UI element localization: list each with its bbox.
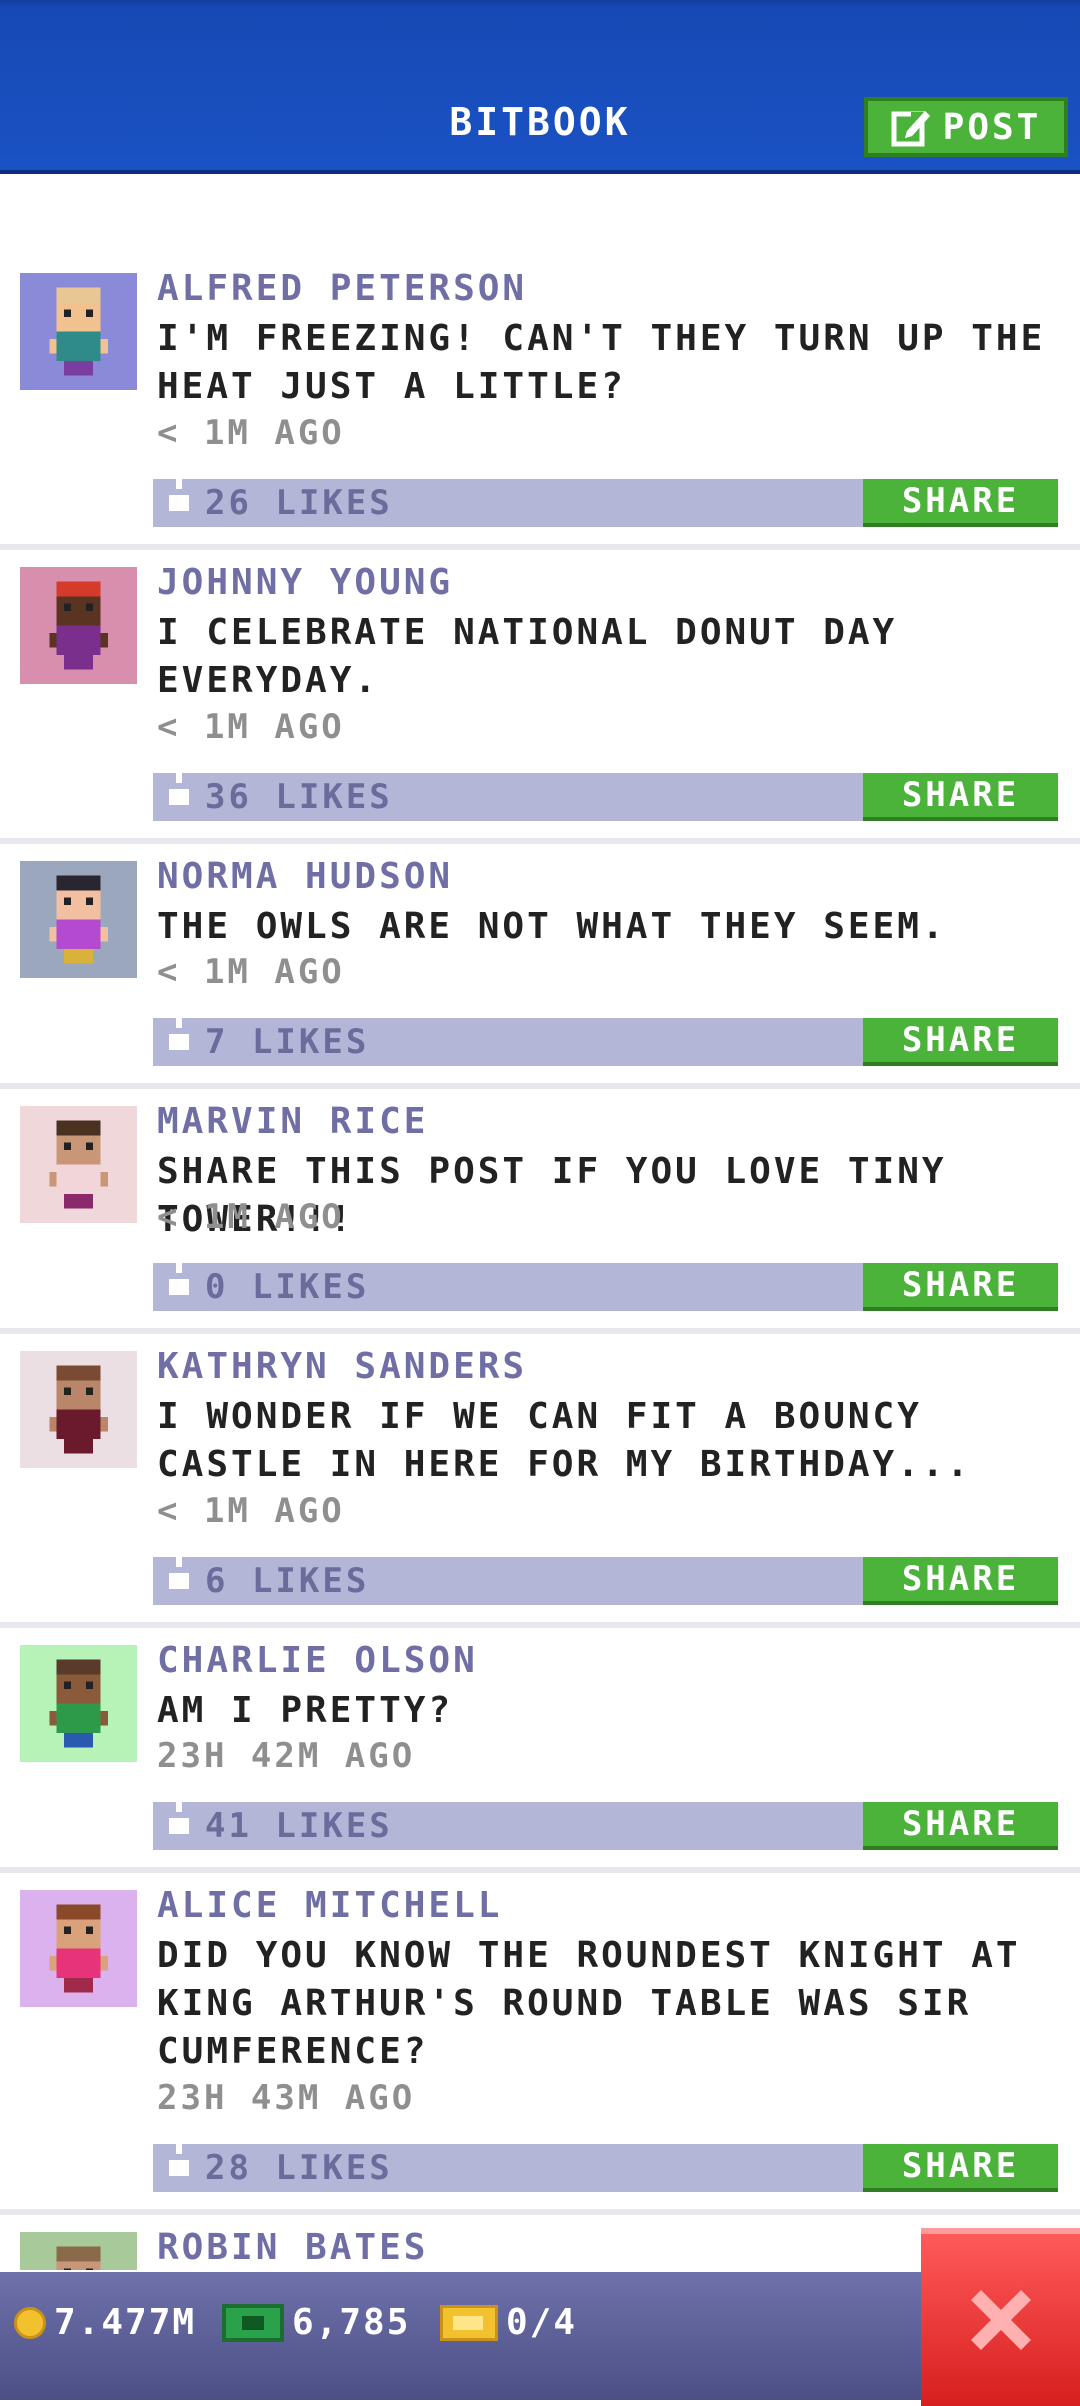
bux-value: 6,785 <box>292 2302 411 2343</box>
post-time: 23H 43M AGO <box>157 2078 416 2118</box>
likes-bar: 6 LIKES SHARE <box>153 1545 1058 1605</box>
close-button[interactable] <box>921 2228 1080 2406</box>
feed-post: KATHRYN SANDERS I WONDER IF WE CAN FIT A… <box>0 1334 1080 1628</box>
avatar <box>20 1890 137 2007</box>
ticket-icon <box>440 2304 498 2341</box>
likes-count: 41 LIKES <box>205 1806 393 1846</box>
coins-value: 7.477M <box>54 2302 197 2343</box>
share-button[interactable]: SHARE <box>863 1018 1058 1066</box>
post-time: < 1M AGO <box>157 707 345 747</box>
like-icon <box>169 1545 189 1589</box>
post-author[interactable]: NORMA HUDSON <box>157 856 453 897</box>
feed[interactable]: ALFRED PETERSON I'M FREEZING! CAN'T THEY… <box>0 170 1080 2270</box>
like-icon <box>169 1006 189 1050</box>
avatar <box>20 1106 137 1223</box>
edit-icon <box>891 111 930 147</box>
likes-bar: 0 LIKES SHARE <box>153 1251 1058 1311</box>
post-button-label: POST <box>942 106 1042 148</box>
avatar <box>20 2232 137 2270</box>
likes-bar: 36 LIKES SHARE <box>153 761 1058 821</box>
likes-count: 36 LIKES <box>205 777 393 817</box>
feed-post: JOHNNY YOUNG I CELEBRATE NATIONAL DONUT … <box>0 550 1080 844</box>
likes-bar: 41 LIKES SHARE <box>153 1790 1058 1850</box>
tickets-stat: 0/4 <box>440 2302 577 2343</box>
likes-count: 7 LIKES <box>205 1022 370 1062</box>
avatar <box>20 567 137 684</box>
share-button[interactable]: SHARE <box>863 1263 1058 1311</box>
post-author[interactable]: CHARLIE OLSON <box>157 1640 478 1681</box>
share-button[interactable]: SHARE <box>863 479 1058 527</box>
post-time: < 1M AGO <box>157 952 345 992</box>
app-header: BITBOOK POST <box>0 0 1080 174</box>
post-author[interactable]: JOHNNY YOUNG <box>157 562 453 603</box>
likes-bar: 28 LIKES SHARE <box>153 2132 1058 2192</box>
post-text: I CELEBRATE NATIONAL DONUT DAY EVERYDAY. <box>157 612 898 701</box>
post-text: AM I PRETTY? <box>157 1690 454 1731</box>
likes-count: 0 LIKES <box>205 1267 370 1307</box>
feed-post: CHARLIE OLSON AM I PRETTY? 23H 42M AGO 4… <box>0 1628 1080 1873</box>
post-time: < 1M AGO <box>157 1491 345 1531</box>
like-icon <box>169 1790 189 1834</box>
post-time: 23H 42M AGO <box>157 1736 416 1776</box>
avatar <box>20 1351 137 1468</box>
feed-post: ROBIN BATES <box>0 2215 1080 2270</box>
share-button[interactable]: SHARE <box>863 773 1058 821</box>
tickets-value: 0/4 <box>506 2302 578 2343</box>
like-icon <box>169 2132 189 2176</box>
post-author[interactable]: ALFRED PETERSON <box>157 268 527 309</box>
post-author[interactable]: KATHRYN SANDERS <box>157 1346 527 1387</box>
bux-stat: 6,785 <box>222 2302 410 2343</box>
post-author[interactable]: MARVIN RICE <box>157 1101 428 1142</box>
post-time: < 1M AGO <box>157 413 345 453</box>
share-button[interactable]: SHARE <box>863 1802 1058 1850</box>
coin-icon <box>14 2306 46 2339</box>
post-button[interactable]: POST <box>864 97 1068 157</box>
feed-post: MARVIN RICE SHARE THIS POST IF YOU LOVE … <box>0 1089 1080 1334</box>
bux-icon <box>222 2303 284 2342</box>
avatar <box>20 1645 137 1762</box>
post-text: THE OWLS ARE NOT WHAT THEY SEEM. <box>157 906 947 947</box>
post-text: DID YOU KNOW THE ROUNDEST KNIGHT AT KING… <box>157 1935 1021 2072</box>
post-text: I WONDER IF WE CAN FIT A BOUNCY CASTLE I… <box>157 1396 972 1485</box>
like-icon <box>169 467 189 511</box>
likes-bar: 7 LIKES SHARE <box>153 1006 1058 1066</box>
feed-post: NORMA HUDSON THE OWLS ARE NOT WHAT THEY … <box>0 844 1080 1089</box>
status-bar: 7.477M 6,785 0/4 <box>0 2272 1080 2400</box>
like-icon <box>169 761 189 805</box>
post-author[interactable]: ROBIN BATES <box>157 2227 428 2268</box>
likes-bar: 26 LIKES SHARE <box>153 467 1058 527</box>
like-icon <box>169 1251 189 1295</box>
post-time: < 1M AGO <box>157 1197 345 1237</box>
likes-count: 28 LIKES <box>205 2148 393 2188</box>
avatar <box>20 273 137 390</box>
feed-post: ALFRED PETERSON I'M FREEZING! CAN'T THEY… <box>0 170 1080 550</box>
feed-post: ALICE MITCHELL DID YOU KNOW THE ROUNDEST… <box>0 1873 1080 2215</box>
post-text: I'M FREEZING! CAN'T THEY TURN UP THE HEA… <box>157 318 1046 407</box>
likes-count: 26 LIKES <box>205 483 393 523</box>
likes-count: 6 LIKES <box>205 1561 370 1601</box>
post-author[interactable]: ALICE MITCHELL <box>157 1885 502 1926</box>
coins-stat: 7.477M <box>14 2302 196 2343</box>
avatar <box>20 861 137 978</box>
share-button[interactable]: SHARE <box>863 2144 1058 2192</box>
share-button[interactable]: SHARE <box>863 1557 1058 1605</box>
close-icon <box>970 2290 1031 2350</box>
